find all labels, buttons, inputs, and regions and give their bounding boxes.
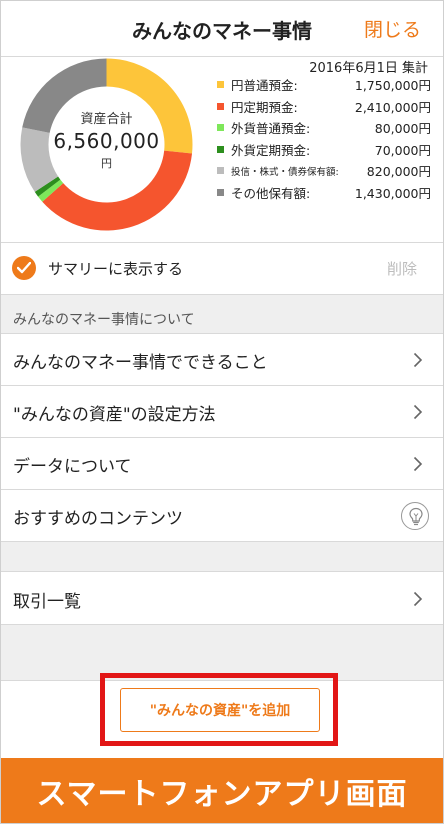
legend-label: 円普通預金:: [231, 78, 298, 94]
checkmark-icon: [17, 262, 31, 274]
list-item-data[interactable]: データについて: [1, 438, 443, 490]
list-item-label: おすすめのコンテンツ: [13, 509, 183, 529]
list-item-label: 取引一覧: [13, 592, 81, 612]
legend-value: 820,000円: [366, 164, 431, 180]
list-item-label: データについて: [13, 457, 132, 477]
chevron-right-icon: [413, 404, 423, 420]
list-item-features[interactable]: みんなのマネー事情でできること: [1, 334, 443, 386]
summary-toggle-label: サマリーに表示する: [48, 260, 184, 278]
chevron-right-icon: [413, 456, 423, 472]
legend-item: 外貨普通預金: 80,000円: [217, 117, 431, 139]
donut-center: 資産合計 6,560,000 円: [19, 57, 194, 232]
close-button[interactable]: 閉じる: [364, 15, 421, 42]
legend-item: その他保有額: 1,430,000円: [217, 182, 431, 204]
asset-legend: 円普通預金: 1,750,000円 円定期預金: 2,410,000円 外貨普通…: [217, 74, 431, 203]
legend-label: 外貨普通預金:: [231, 121, 311, 137]
legend-swatch: [217, 102, 224, 110]
total-unit: 円: [101, 157, 112, 170]
legend-value: 2,410,000円: [354, 99, 431, 115]
chevron-right-icon: [413, 591, 423, 607]
header: みんなのマネー事情 閉じる: [1, 1, 443, 57]
asset-donut-chart: 資産合計 6,560,000 円: [19, 57, 194, 232]
add-assets-button[interactable]: "みんなの資産"を追加: [120, 688, 320, 732]
legend-swatch: [217, 124, 224, 132]
legend-item: 外貨定期預金: 70,000円: [217, 139, 431, 161]
asset-summary: 資産合計 6,560,000 円 2016年6月1日 集計 円普通預金: 1,7…: [1, 57, 443, 242]
legend-value: 1,430,000円: [354, 185, 431, 201]
list-item-setup[interactable]: "みんなの資産"の設定方法: [1, 386, 443, 438]
legend-item: 投信・株式・債券保有額: 820,000円: [217, 160, 431, 182]
legend-swatch: [217, 81, 224, 89]
total-label: 資産合計: [80, 112, 133, 127]
total-value: 6,560,000: [53, 129, 160, 153]
section-title: みんなのマネー事情について: [13, 312, 195, 328]
legend-value: 1,750,000円: [354, 78, 431, 94]
list-item-label: "みんなの資産"の設定方法: [13, 405, 216, 425]
summary-toggle-row: サマリーに表示する 削除: [1, 242, 443, 294]
list-item-transactions[interactable]: 取引一覧: [1, 573, 443, 625]
legend-label: その他保有額:: [231, 185, 311, 201]
section-header: みんなのマネー事情について: [1, 294, 443, 334]
delete-button[interactable]: 削除: [387, 258, 417, 279]
legend-label: 円定期預金:: [231, 99, 298, 115]
list-item-recommended[interactable]: おすすめのコンテンツ: [1, 490, 443, 542]
list-spacer: [1, 542, 443, 572]
legend-swatch: [217, 167, 224, 175]
list-item-label: みんなのマネー事情でできること: [13, 353, 268, 373]
legend-swatch: [217, 145, 224, 153]
legend-item: 円定期預金: 2,410,000円: [217, 96, 431, 118]
bottom-spacer: [1, 625, 443, 680]
legend-label: 外貨定期預金:: [231, 142, 311, 158]
legend-item: 円普通預金: 1,750,000円: [217, 74, 431, 96]
footer-banner: スマートフォンアプリ画面: [1, 758, 443, 823]
legend-swatch: [217, 188, 224, 196]
legend-label: 投信・株式・債券保有額:: [231, 166, 339, 178]
chevron-right-icon: [413, 352, 423, 368]
legend-value: 80,000円: [374, 121, 431, 137]
footer-banner-text: スマートフォンアプリ画面: [36, 776, 408, 812]
summary-checkbox[interactable]: [12, 256, 36, 280]
legend-value: 70,000円: [374, 142, 431, 158]
lightbulb-icon: [401, 502, 429, 530]
